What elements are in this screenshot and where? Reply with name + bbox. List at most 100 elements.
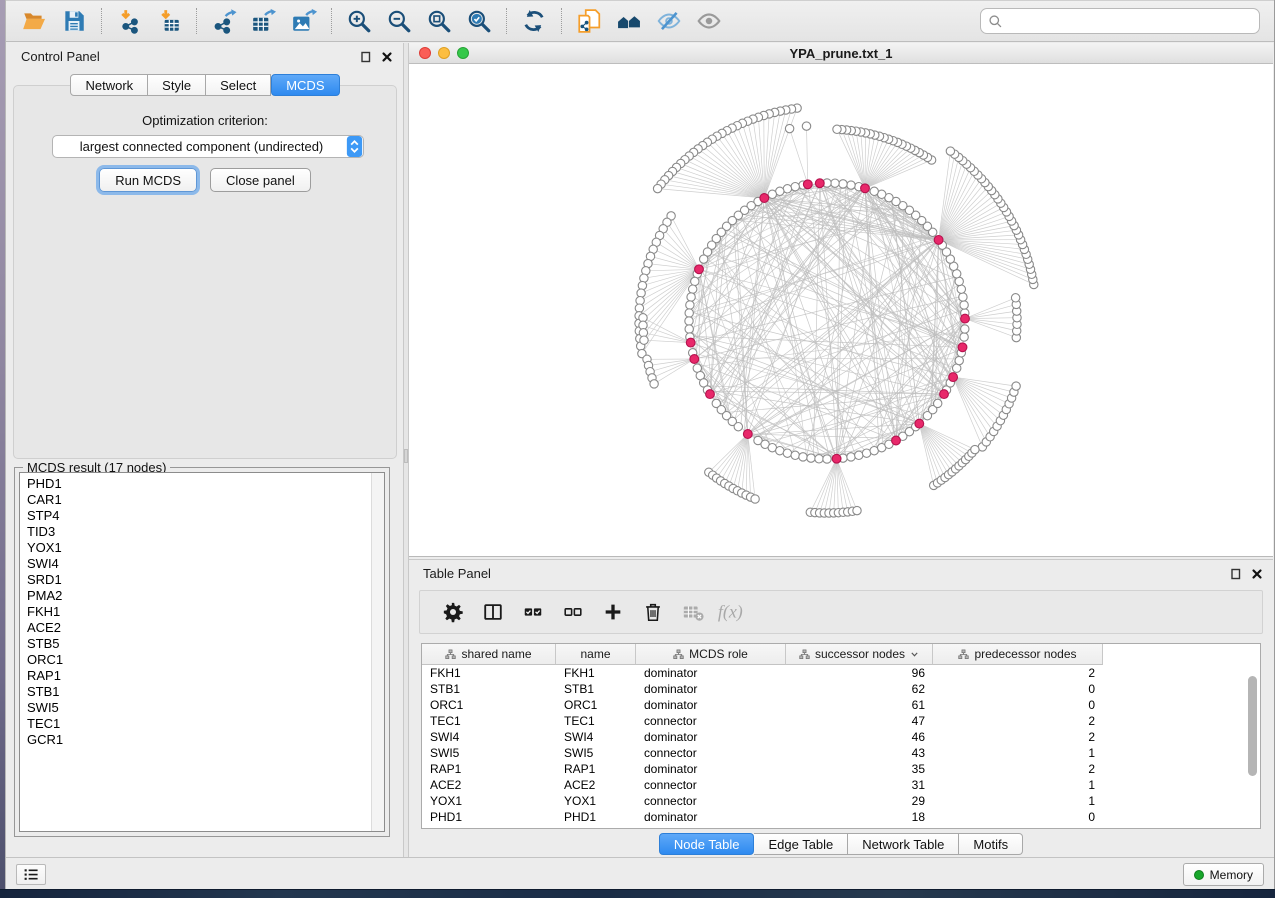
- tab-network-table[interactable]: Network Table: [848, 833, 959, 855]
- float-panel-button[interactable]: [360, 50, 374, 63]
- table-row[interactable]: ACE2ACE2connector311: [422, 777, 1260, 793]
- table-row[interactable]: STB1STB1dominator620: [422, 681, 1260, 697]
- cell-predecessors: 2: [933, 729, 1103, 745]
- cell-shared_name: TEC1: [422, 713, 556, 729]
- tab-edge-table[interactable]: Edge Table: [754, 833, 848, 855]
- mcds-result-item[interactable]: ORC1: [27, 652, 384, 668]
- table-scrollbar-thumb[interactable]: [1248, 676, 1257, 776]
- table-row[interactable]: PHD1PHD1dominator180: [422, 809, 1260, 825]
- cell-successors: 31: [786, 777, 933, 793]
- open-session-button[interactable]: [14, 4, 54, 38]
- table-row[interactable]: FKH1FKH1dominator962: [422, 665, 1260, 681]
- mcds-result-item[interactable]: SWI4: [27, 556, 384, 572]
- table-row[interactable]: YOX1YOX1connector291: [422, 793, 1260, 809]
- mcds-result-item[interactable]: PHD1: [27, 476, 384, 492]
- mcds-result-item[interactable]: FKH1: [27, 604, 384, 620]
- status-options-button[interactable]: [16, 864, 46, 885]
- mcds-result-item[interactable]: ACE2: [27, 620, 384, 636]
- mcds-result-item[interactable]: SRD1: [27, 572, 384, 588]
- mcds-result-item[interactable]: GCR1: [27, 732, 384, 748]
- table-row[interactable]: SWI4SWI4dominator462: [422, 729, 1260, 745]
- mcds-result-item[interactable]: STB5: [27, 636, 384, 652]
- criterion-select[interactable]: largest connected component (undirected): [52, 135, 364, 158]
- mcds-result-item[interactable]: YOX1: [27, 540, 384, 556]
- cell-predecessors: 2: [933, 761, 1103, 777]
- cell-name: ORC1: [556, 697, 636, 713]
- tab-style[interactable]: Style: [148, 74, 206, 96]
- mcds-result-item[interactable]: TID3: [27, 524, 384, 540]
- tab-node-table[interactable]: Node Table: [659, 833, 755, 855]
- first-neighbors-button[interactable]: [609, 4, 649, 38]
- cell-successors: 61: [786, 697, 933, 713]
- zoom-in-button[interactable]: [339, 4, 379, 38]
- mcds-result-item[interactable]: CAR1: [27, 492, 384, 508]
- export-network-icon: [211, 8, 237, 34]
- splitter-grip[interactable]: [404, 449, 408, 463]
- cell-role: dominator: [636, 697, 786, 713]
- delete-columns-button[interactable]: [636, 595, 670, 629]
- column-header-predecessors[interactable]: predecessor nodes: [933, 644, 1103, 665]
- mcds-result-item[interactable]: RAP1: [27, 668, 384, 684]
- mcds-scrollbar-track[interactable]: [371, 473, 384, 831]
- zoom-out-button[interactable]: [379, 4, 419, 38]
- cell-shared_name: STB1: [422, 681, 556, 697]
- cell-name: FKH1: [556, 665, 636, 681]
- column-header-successors[interactable]: successor nodes: [786, 644, 933, 665]
- column-header-name[interactable]: name: [556, 644, 636, 665]
- tab-network[interactable]: Network: [70, 74, 148, 96]
- network-canvas[interactable]: [409, 64, 1273, 556]
- select-all-button[interactable]: [516, 595, 550, 629]
- export-image-button[interactable]: [284, 4, 324, 38]
- cell-role: dominator: [636, 761, 786, 777]
- table-mode-button[interactable]: [436, 595, 470, 629]
- tab-motifs[interactable]: Motifs: [959, 833, 1023, 855]
- new-network-from-selection-button[interactable]: [569, 4, 609, 38]
- network-view-window: YPA_prune.txt_1: [409, 43, 1273, 557]
- show-columns-button[interactable]: [476, 595, 510, 629]
- hide-selected-button[interactable]: [649, 4, 689, 38]
- trash-icon: [642, 601, 664, 623]
- deselect-all-button[interactable]: [556, 595, 590, 629]
- column-label: shared name: [461, 647, 531, 661]
- table-row[interactable]: TEC1TEC1connector472: [422, 713, 1260, 729]
- show-all-button[interactable]: [689, 4, 729, 38]
- float-table-panel-button[interactable]: [1230, 567, 1244, 580]
- column-header-shared_name[interactable]: shared name: [422, 644, 556, 665]
- mcds-result-item[interactable]: STB1: [27, 684, 384, 700]
- table-row[interactable]: SWI5SWI5connector431: [422, 745, 1260, 761]
- zoom-fit-button[interactable]: [419, 4, 459, 38]
- memory-status-icon: [1194, 870, 1204, 880]
- export-network-button[interactable]: [204, 4, 244, 38]
- control-panel-tabs: NetworkStyleSelectMCDS: [7, 74, 403, 96]
- close-panel-button[interactable]: [381, 50, 395, 63]
- zoom-selected-button[interactable]: [459, 4, 499, 38]
- mcds-result-item[interactable]: STP4: [27, 508, 384, 524]
- mcds-result-item[interactable]: TEC1: [27, 716, 384, 732]
- close-panel-button-mcds[interactable]: Close panel: [210, 168, 311, 192]
- new-column-button[interactable]: [596, 595, 630, 629]
- column-header-role[interactable]: MCDS role: [636, 644, 786, 665]
- search-input[interactable]: [1003, 10, 1259, 32]
- optimization-criterion-label: Optimization criterion:: [14, 113, 396, 128]
- tab-select[interactable]: Select: [206, 74, 271, 96]
- hide-eye-icon: [656, 8, 682, 34]
- mcds-result-item[interactable]: SWI5: [27, 700, 384, 716]
- import-network-button[interactable]: [109, 4, 149, 38]
- run-mcds-button[interactable]: Run MCDS: [99, 168, 197, 192]
- search-icon: [988, 14, 1003, 29]
- save-session-button[interactable]: [54, 4, 94, 38]
- table-row[interactable]: ORC1ORC1dominator610: [422, 697, 1260, 713]
- clone-network-icon: [576, 8, 602, 34]
- cell-shared_name: SWI5: [422, 745, 556, 761]
- show-eye-icon: [696, 8, 722, 34]
- mcds-result-box: MCDS result (17 nodes) PHD1CAR1STP4TID3Y…: [14, 467, 390, 837]
- import-table-button[interactable]: [149, 4, 189, 38]
- close-table-panel-button[interactable]: [1251, 567, 1265, 580]
- tab-mcds[interactable]: MCDS: [271, 74, 339, 96]
- apply-preferred-layout-button[interactable]: [514, 4, 554, 38]
- export-table-button[interactable]: [244, 4, 284, 38]
- deselect-all-icon: [562, 601, 584, 623]
- table-row[interactable]: RAP1RAP1dominator352: [422, 761, 1260, 777]
- mcds-result-item[interactable]: PMA2: [27, 588, 384, 604]
- memory-button[interactable]: Memory: [1183, 863, 1264, 886]
